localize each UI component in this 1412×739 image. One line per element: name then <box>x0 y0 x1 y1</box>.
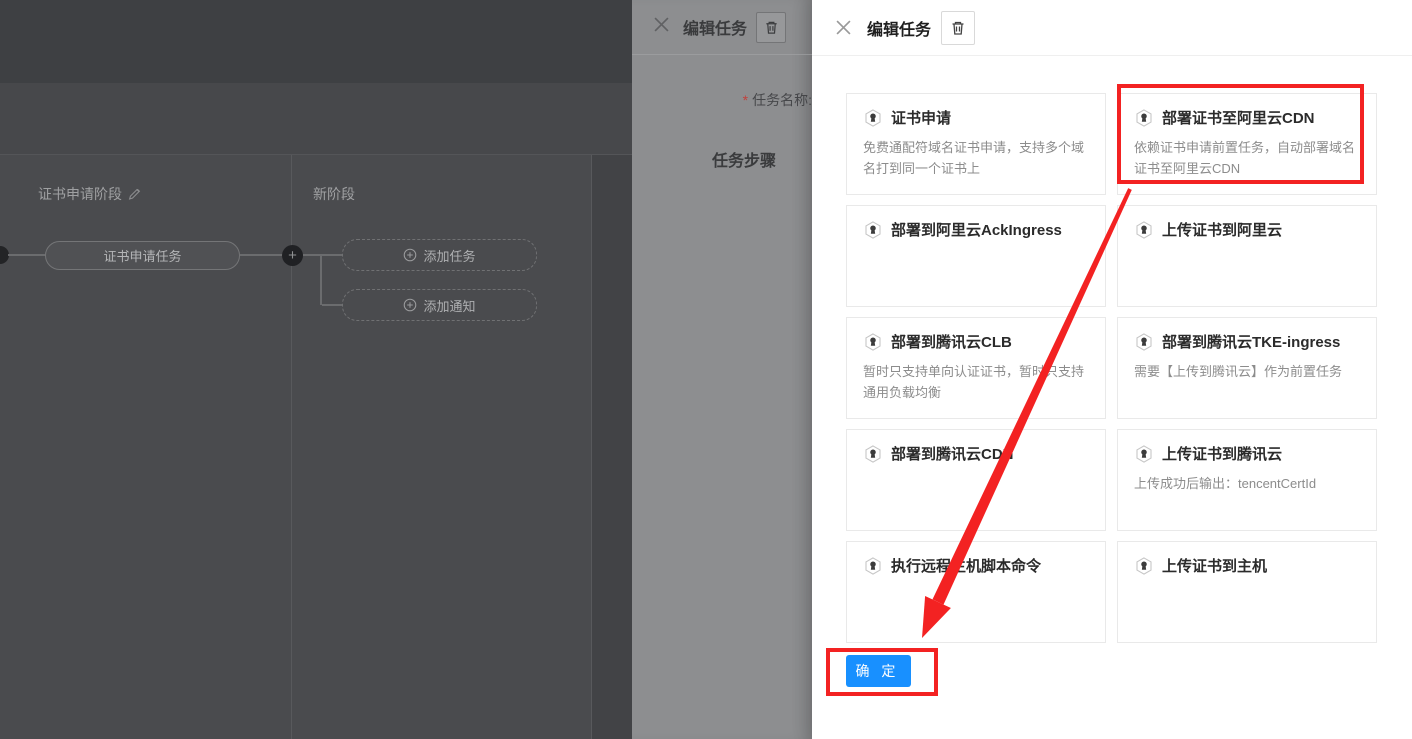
drawer-back-title: 编辑任务 <box>683 15 747 39</box>
task-hexagon-icon <box>863 220 883 240</box>
task-type-grid: 证书申请 免费通配符域名证书申请，支持多个域名打到同一个证书上 部署证书至阿里云… <box>846 93 1389 643</box>
connector-line <box>320 254 322 305</box>
task-card-6[interactable]: 部署到腾讯云CDN <box>846 429 1106 531</box>
stage2-label: 新阶段 <box>313 184 355 204</box>
drawer-header: 编辑任务 <box>812 0 1412 56</box>
stage1-header: 证书申请阶段 <box>38 184 141 204</box>
confirm-button[interactable]: 确 定 <box>846 655 911 687</box>
task-card-1-highlighted[interactable]: 部署证书至阿里云CDN 依赖证书申请前置任务，自动部署域名证书至阿里云CDN <box>1117 93 1377 195</box>
task-name-row: * 任务名称: <box>632 84 812 116</box>
task-card-title: 部署证书至阿里云CDN <box>1162 107 1315 128</box>
task-hexagon-icon <box>1134 108 1154 128</box>
stage1-label: 证书申请阶段 <box>38 184 122 204</box>
task-hexagon-icon <box>863 556 883 576</box>
task-hexagon-icon <box>863 444 883 464</box>
task-card-description: 免费通配符域名证书申请，支持多个域名打到同一个证书上 <box>863 137 1089 180</box>
task-card-7[interactable]: 上传证书到腾讯云 上传成功后输出：tencentCertId <box>1117 429 1377 531</box>
task-hexagon-icon <box>863 108 883 128</box>
connector-line <box>240 254 283 256</box>
required-mark: * <box>743 92 748 108</box>
task-card-description: 依赖证书申请前置任务，自动部署域名证书至阿里云CDN <box>1134 137 1360 180</box>
task-card-title: 上传证书到主机 <box>1162 555 1267 576</box>
drawer-back-header: 编辑任务 <box>632 0 812 55</box>
close-icon[interactable] <box>836 20 851 35</box>
app-root: 证书申请阶段 新阶段 证书申请任务 + 添加任务 添加通知 <box>0 0 1412 739</box>
task-card-0[interactable]: 证书申请 免费通配符域名证书申请，支持多个域名打到同一个证书上 <box>846 93 1106 195</box>
connector-line <box>322 304 342 306</box>
edit-task-drawer-back: 编辑任务 * 任务名称: 新 任务步骤 <box>632 0 812 739</box>
plus-circle-icon <box>403 298 417 312</box>
cert-apply-task-pill[interactable]: 证书申请任务 <box>45 241 240 270</box>
task-card-title: 上传证书到阿里云 <box>1162 219 1282 240</box>
trash-icon[interactable] <box>941 11 975 45</box>
connector-line <box>322 254 342 256</box>
task-card-description: 上传成功后输出：tencentCertId <box>1134 473 1360 494</box>
task-card-3[interactable]: 上传证书到阿里云 <box>1117 205 1377 307</box>
add-stage-plus-button[interactable]: + <box>282 245 303 266</box>
cert-apply-task-label: 证书申请任务 <box>103 246 181 265</box>
task-card-description: 暂时只支持单向认证证书，暂时只支持通用负载均衡 <box>863 361 1089 404</box>
stage2-header: 新阶段 <box>313 184 355 204</box>
task-card-description: 需要【上传到腾讯云】作为前置任务 <box>1134 361 1360 382</box>
plus-circle-icon <box>403 248 417 262</box>
task-hexagon-icon <box>1134 220 1154 240</box>
task-hexagon-icon <box>1134 332 1154 352</box>
task-card-title: 部署到腾讯云TKE-ingress <box>1162 331 1340 352</box>
add-notify-button[interactable]: 添加通知 <box>342 289 537 321</box>
task-card-5[interactable]: 部署到腾讯云TKE-ingress 需要【上传到腾讯云】作为前置任务 <box>1117 317 1377 419</box>
task-card-8[interactable]: 执行远程主机脚本命令 <box>846 541 1106 643</box>
trash-icon[interactable] <box>756 12 786 43</box>
edit-pencil-icon[interactable] <box>128 188 141 201</box>
task-steps-heading: 任务步骤 <box>712 147 776 171</box>
close-icon[interactable] <box>654 17 669 37</box>
task-card-4[interactable]: 部署到腾讯云CLB 暂时只支持单向认证证书，暂时只支持通用负载均衡 <box>846 317 1106 419</box>
drawer-title: 编辑任务 <box>867 16 931 40</box>
task-card-title: 执行远程主机脚本命令 <box>891 555 1041 576</box>
add-task-label: 添加任务 <box>423 246 475 265</box>
task-card-title: 部署到腾讯云CLB <box>891 331 1012 352</box>
connector-line <box>8 254 45 256</box>
task-hexagon-icon <box>1134 444 1154 464</box>
connector-line <box>303 254 320 256</box>
task-name-label: 任务名称: <box>752 90 812 110</box>
task-card-title: 上传证书到腾讯云 <box>1162 443 1282 464</box>
edit-task-drawer: 编辑任务 证书申请 免费通配符域名证书申请，支持多个域名打到同一个证书上 <box>812 0 1412 739</box>
task-hexagon-icon <box>863 332 883 352</box>
task-card-title: 证书申请 <box>891 107 951 128</box>
task-card-9[interactable]: 上传证书到主机 <box>1117 541 1377 643</box>
add-task-button[interactable]: 添加任务 <box>342 239 537 271</box>
task-card-title: 部署到阿里云AckIngress <box>891 219 1062 240</box>
task-card-2[interactable]: 部署到阿里云AckIngress <box>846 205 1106 307</box>
task-hexagon-icon <box>1134 556 1154 576</box>
add-notify-label: 添加通知 <box>423 296 475 315</box>
task-card-title: 部署到腾讯云CDN <box>891 443 1014 464</box>
